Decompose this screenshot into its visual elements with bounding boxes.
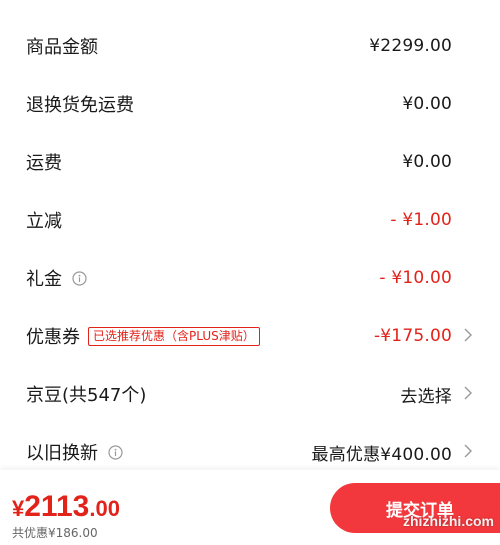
gift-money-label: 礼金 xyxy=(26,269,62,290)
watermark: zhizhizhi.com xyxy=(403,513,494,529)
row-jingdou[interactable]: 京豆(共547个) 去选择 xyxy=(0,365,500,423)
shipping-fee-value: ¥0.00 xyxy=(402,152,452,172)
chevron-right-icon[interactable] xyxy=(464,386,472,403)
free-return-shipping-label: 退换货免运费 xyxy=(26,95,134,116)
coupon-recommend-tag: 已选推荐优惠（含PLUS津贴） xyxy=(88,326,260,346)
info-circle-icon[interactable] xyxy=(72,270,87,286)
trade-in-label-group: 以旧换新 xyxy=(26,439,123,465)
info-circle-icon[interactable] xyxy=(108,444,123,460)
goods-amount-value: ¥2299.00 xyxy=(369,36,452,56)
coupon-label: 优惠券 xyxy=(26,327,80,348)
jingdou-label: 京豆(共547个) xyxy=(26,385,147,406)
row-coupon[interactable]: 优惠券 已选推荐优惠（含PLUS津贴） -¥175.00 xyxy=(0,307,500,365)
submit-order-button[interactable]: 提交订单 zhizhizhi.com xyxy=(330,483,500,533)
total-integer: 2113 xyxy=(24,490,90,523)
total-decimal: .00 xyxy=(89,496,120,521)
price-breakdown-list: 商品金额 ¥2299.00 退换货免运费 ¥0.00 运费 ¥0.00 立减 -… xyxy=(0,17,500,481)
chevron-right-icon[interactable] xyxy=(464,328,472,345)
checkout-bar: ¥ 2113 .00 共优惠¥186.00 提交订单 zhizhizhi.com xyxy=(0,470,500,545)
trade-in-label: 以旧换新 xyxy=(26,443,98,464)
instant-discount-value: - ¥1.00 xyxy=(390,210,452,230)
trade-in-value[interactable]: 最高优惠¥400.00 xyxy=(312,440,453,465)
chevron-right-icon[interactable] xyxy=(464,444,472,461)
coupon-value[interactable]: -¥175.00 xyxy=(374,326,452,346)
total-saved: 共优惠¥186.00 xyxy=(12,526,98,540)
order-summary-screen: 商品金额 ¥2299.00 退换货免运费 ¥0.00 运费 ¥0.00 立减 -… xyxy=(0,0,500,545)
shipping-fee-label: 运费 xyxy=(26,153,62,174)
row-instant-discount: 立减 - ¥1.00 xyxy=(0,191,500,249)
row-goods-amount: 商品金额 ¥2299.00 xyxy=(0,17,500,75)
row-free-return-shipping: 退换货免运费 ¥0.00 xyxy=(0,75,500,133)
free-return-shipping-value: ¥0.00 xyxy=(402,94,452,114)
order-total: ¥ 2113 .00 xyxy=(12,490,120,524)
jingdou-select-link[interactable]: 去选择 xyxy=(400,382,452,407)
gift-money-value: - ¥10.00 xyxy=(379,268,452,288)
goods-amount-label: 商品金额 xyxy=(26,37,98,58)
row-gift-money: 礼金 - ¥10.00 xyxy=(0,249,500,307)
coupon-label-group: 优惠券 已选推荐优惠（含PLUS津贴） xyxy=(26,323,260,349)
row-shipping-fee: 运费 ¥0.00 xyxy=(0,133,500,191)
total-currency: ¥ xyxy=(12,496,25,521)
instant-discount-label: 立减 xyxy=(26,211,62,232)
gift-money-label-group: 礼金 xyxy=(26,265,87,291)
